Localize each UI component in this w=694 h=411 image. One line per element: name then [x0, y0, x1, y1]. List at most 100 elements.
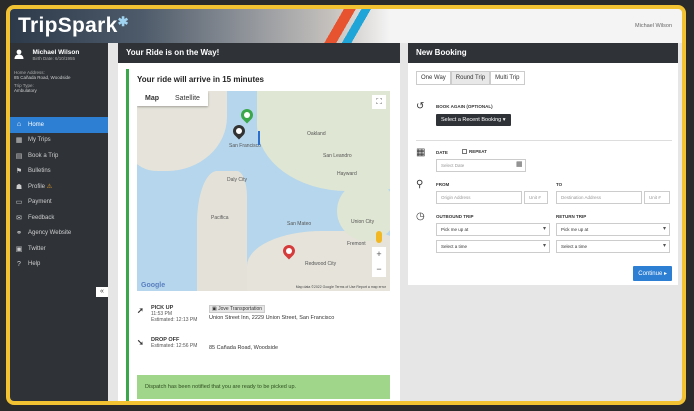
- twitter-icon: ▣: [15, 245, 23, 253]
- map-label: Fremont: [347, 241, 366, 247]
- sidebar-item-my-trips[interactable]: ▦ My Trips: [10, 133, 108, 149]
- address-value: 85 Cañada Road, Woodside: [14, 75, 71, 80]
- pickup-address: Union Street Inn, 2229 Union Street, San…: [209, 315, 335, 321]
- booking-panel-title: New Booking: [408, 43, 678, 63]
- return-time-select[interactable]: Select a time: [556, 240, 670, 253]
- sidebar-item-feedback[interactable]: ✉ Feedback: [10, 210, 108, 226]
- trip-type-value: Ambulatory: [14, 88, 37, 93]
- map-label: Pacifica: [211, 215, 229, 221]
- fullscreen-icon[interactable]: ⛶: [372, 95, 386, 109]
- trip-times-section: ◷ OUTBOUND TRIP RETURN TRIP Pick me up a…: [416, 211, 672, 261]
- app-frame: TripSpark✱ Michael Wilson Michael Wilson…: [6, 5, 686, 405]
- origin-unit-input[interactable]: Unit #: [524, 191, 548, 204]
- map-land: [257, 91, 390, 191]
- sidebar-item-agency-website[interactable]: ⚭ Agency Website: [10, 226, 108, 242]
- tab-multi-trip[interactable]: Multi Trip: [490, 71, 525, 85]
- trip-type-tabs: One Way Round Trip Multi Trip: [416, 71, 525, 85]
- pickup-marker-icon[interactable]: [230, 122, 248, 140]
- avatar-icon: [14, 49, 24, 59]
- recent-booking-button[interactable]: Select a Recent Booking ▾: [436, 114, 511, 126]
- new-booking-panel: New Booking One Way Round Trip Multi Tri…: [408, 43, 678, 285]
- zoom-in-button[interactable]: +: [372, 247, 386, 262]
- location-pin-icon: ⚲: [416, 179, 424, 190]
- map-tab-satellite[interactable]: Satellite: [167, 91, 208, 106]
- outbound-trip-label: OUTBOUND TRIP: [436, 214, 474, 219]
- map-label: San Mateo: [287, 221, 312, 227]
- outbound-pickup-select[interactable]: Pick me up at: [436, 223, 550, 236]
- sidebar-item-twitter[interactable]: ▣ Twitter: [10, 241, 108, 257]
- map-label: Union City: [351, 219, 375, 225]
- chat-icon: ✉: [16, 214, 22, 222]
- origin-address-input[interactable]: Origin Address: [436, 191, 522, 204]
- dropoff-arrow-icon: ➘: [137, 338, 144, 347]
- profile-name: Michael Wilson: [32, 49, 80, 56]
- map-land: [337, 181, 390, 241]
- map-label: Oakland: [307, 131, 326, 137]
- sidebar-item-home[interactable]: ⌂ Home: [10, 117, 108, 133]
- sidebar-item-profile[interactable]: ☗ Profile ⚠: [10, 179, 108, 195]
- home-icon: ⌂: [16, 121, 22, 129]
- return-pickup-select[interactable]: Pick me up at: [556, 223, 670, 236]
- tab-one-way[interactable]: One Way: [416, 71, 451, 85]
- map-label: San Francisco: [229, 143, 261, 149]
- zoom-out-button[interactable]: −: [372, 262, 386, 277]
- repeat-checkbox[interactable]: REPEAT: [462, 149, 487, 155]
- top-bar: TripSpark✱ Michael Wilson: [10, 9, 682, 43]
- user-menu[interactable]: Michael Wilson: [635, 23, 672, 29]
- map-tab-map[interactable]: Map: [137, 91, 167, 106]
- date-picker-icon[interactable]: ▦: [516, 160, 523, 168]
- ride-card: Your ride will arrive in 15 minutes San …: [126, 69, 392, 401]
- tab-round-trip[interactable]: Round Trip: [450, 71, 491, 85]
- tripspark-logo[interactable]: TripSpark✱: [18, 14, 129, 38]
- ride-map[interactable]: San Francisco Daly City Oakland San Mate…: [137, 91, 390, 291]
- from-label: FROM: [436, 182, 450, 187]
- divider: [416, 140, 672, 141]
- date-section: ▦ DATE REPEAT Select Date ▦: [416, 147, 672, 175]
- continue-button[interactable]: Continue ▸: [633, 266, 672, 281]
- sidebar-nav: ⌂ Home ▦ My Trips ▤ Book a Trip ⚑ Bulletins …: [10, 117, 108, 272]
- warning-icon: ⚠: [46, 184, 53, 191]
- destination-unit-input[interactable]: Unit #: [644, 191, 670, 204]
- link-icon: ⚭: [16, 230, 22, 238]
- sidebar-item-payment[interactable]: ▭ Payment: [10, 195, 108, 211]
- vehicle-marker-icon[interactable]: [238, 106, 256, 124]
- sidebar-item-bulletins[interactable]: ⚑ Bulletins: [10, 164, 108, 180]
- outbound-time-select[interactable]: Select a time: [436, 240, 550, 253]
- pickup-info: ➚ PICK UP 11:53 PM Estimated: 12:13 PM ▣…: [137, 305, 387, 323]
- document-icon: ▤: [15, 152, 23, 160]
- map-label: Hayward: [337, 171, 357, 177]
- google-logo: Google: [141, 282, 166, 289]
- profile-id: Birth Date: 6/10/1955: [32, 56, 75, 61]
- date-label: DATE: [436, 150, 448, 155]
- calendar-icon: ▦: [15, 137, 23, 145]
- ride-status-panel: Your Ride is on the Way! Your ride will …: [118, 43, 400, 401]
- sidebar-collapse-button[interactable]: «: [96, 287, 108, 297]
- map-copyright[interactable]: Map data ©2022 Google Terms of Use Repor…: [296, 285, 386, 289]
- map-label: Redwood City: [305, 261, 337, 267]
- clock-icon: ◷: [416, 211, 425, 222]
- map-type-tabs: Map Satellite: [137, 91, 208, 106]
- user-icon: ☗: [15, 183, 23, 191]
- street-view-icon[interactable]: [376, 231, 382, 243]
- destination-address-input[interactable]: Destination Address: [556, 191, 642, 204]
- checkbox-icon: [462, 149, 467, 155]
- dropoff-info: ➘ DROP OFF Estimated: 12:56 PM 85 Cañada…: [137, 337, 387, 351]
- sidebar-item-help[interactable]: ? Help: [10, 257, 108, 273]
- map-label: Daly City: [227, 177, 248, 183]
- book-again-label: BOOK AGAIN (OPTIONAL): [436, 104, 493, 109]
- sidebar-item-book-a-trip[interactable]: ▤ Book a Trip: [10, 148, 108, 164]
- book-again-section: ↺ BOOK AGAIN (OPTIONAL) Select a Recent …: [416, 101, 672, 137]
- calendar-icon: ▦: [416, 147, 426, 158]
- return-trip-label: RETURN TRIP: [556, 214, 587, 219]
- flag-icon: ⚑: [15, 168, 23, 176]
- route-line: [258, 131, 260, 145]
- card-icon: ▭: [15, 199, 23, 207]
- logo-star-icon: ✱: [117, 14, 129, 29]
- map-land: [197, 171, 247, 291]
- zoom-control: + −: [372, 247, 386, 277]
- date-input[interactable]: Select Date: [436, 159, 526, 172]
- profile-summary: Michael Wilson Birth Date: 6/10/1955 Hom…: [10, 43, 108, 117]
- to-label: TO: [556, 182, 563, 187]
- dispatch-notice: Dispatch has been notified that you are …: [137, 375, 390, 399]
- agency-badge: ▣ Jove Transportation: [209, 305, 266, 313]
